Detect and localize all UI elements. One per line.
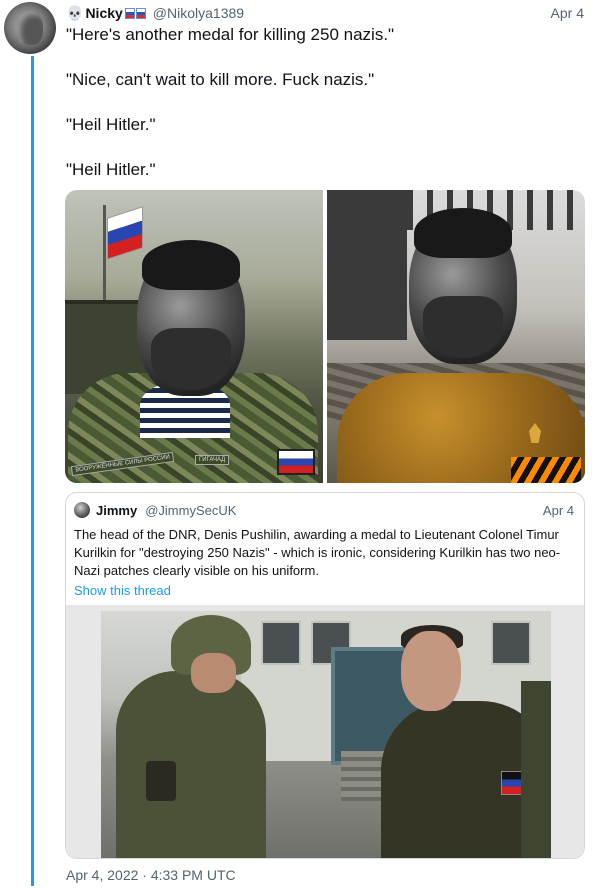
tweet-line: "Heil Hitler.": [66, 160, 156, 179]
tweet-line: "Nice, can't wait to kill more. Fuck naz…: [66, 70, 375, 89]
tweet-line: "Here's another medal for killing 250 na…: [66, 25, 395, 44]
russian-flag: [107, 206, 143, 260]
flag-icon: [135, 7, 146, 19]
building-window: [491, 621, 531, 665]
tweet-date[interactable]: Apr 4: [551, 5, 584, 21]
background-soldier: [521, 681, 551, 858]
soldier-face: [191, 653, 236, 693]
building-window: [261, 621, 301, 665]
show-thread-link[interactable]: Show this thread: [74, 583, 171, 598]
quoted-media[interactable]: [66, 605, 584, 858]
media-photo-right[interactable]: [327, 190, 585, 483]
meme-face-overlay: [137, 240, 245, 396]
quoted-avatar: [74, 502, 90, 518]
st-george-ribbon: [511, 457, 581, 483]
tweet-line: "Heil Hitler.": [66, 115, 156, 134]
user-handle[interactable]: @Nikolya1389: [153, 5, 244, 21]
flag-icon: [124, 7, 135, 19]
uniform-patch: [146, 761, 176, 801]
tweet-media-grid: ВООРУЖЁННЫЕ СИЛЫ РОССИИ ГИГАЧАД: [65, 190, 585, 483]
quoted-tweet-header: Jimmy @JimmySecUK Apr 4: [74, 501, 574, 519]
quoted-display-name: Jimmy: [96, 502, 138, 518]
quoted-date: Apr 4: [542, 502, 574, 518]
quoted-tweet-text: The head of the DNR, Denis Pushilin, awa…: [74, 527, 561, 578]
tweet-header: 💀 Nicky @Nikolya1389 Apr 4: [66, 3, 584, 23]
tweet-timestamp[interactable]: Apr 4, 2022 · 4:33 PM UTC: [66, 867, 236, 883]
soldier-figure: [116, 671, 266, 858]
flag-patch: [277, 449, 315, 475]
quoted-photo: [101, 611, 551, 858]
avatar-face: [17, 11, 43, 45]
meme-face-overlay: [409, 208, 517, 364]
flag-emoji-icon: [124, 7, 147, 19]
official-face: [401, 631, 461, 711]
avatar[interactable]: [4, 2, 56, 54]
thread-connector-line: [31, 56, 34, 886]
quoted-handle: @JimmySecUK: [145, 502, 237, 518]
quoted-tweet-card[interactable]: Jimmy @JimmySecUK Apr 4 The head of the …: [65, 492, 585, 859]
name-patch: ГИГАЧАД: [195, 455, 230, 465]
tweet-body: "Here's another medal for killing 250 na…: [66, 24, 576, 181]
display-name[interactable]: Nicky: [85, 5, 122, 21]
skull-emoji-icon: 💀: [66, 4, 84, 21]
flag-pole: [103, 205, 106, 315]
media-photo-left[interactable]: ВООРУЖЁННЫЕ СИЛЫ РОССИИ ГИГАЧАД: [65, 190, 323, 483]
